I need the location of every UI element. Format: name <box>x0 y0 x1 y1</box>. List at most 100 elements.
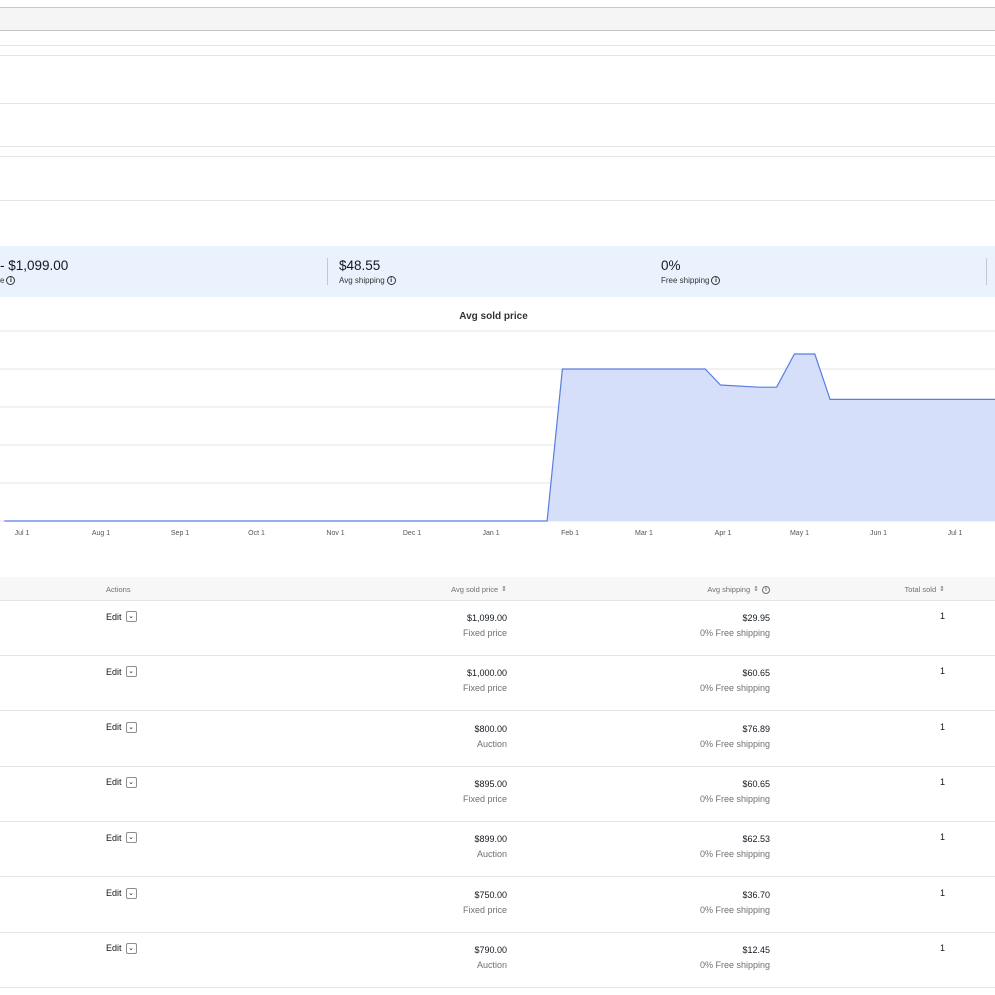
table-row: Edit ⌄ $899.00 Auction $62.53 0% Free shippin… <box>0 822 995 878</box>
chart-title: Avg sold price <box>459 311 528 322</box>
stat-price-range: - $1,099.00 ei <box>0 258 68 285</box>
shipping-cost: $60.65 <box>742 668 770 679</box>
info-icon[interactable]: i <box>386 276 396 285</box>
x-tick-label: Oct 1 <box>248 530 265 537</box>
x-tick-label: Dec 1 <box>403 530 421 537</box>
avg-shipping-cell: $60.65 0% Free shipping <box>700 777 770 807</box>
chevron-down-icon[interactable]: ⌄ <box>125 942 137 954</box>
table-row: Edit ⌄ $790.00 Auction $12.45 0% Free shippin… <box>0 933 995 988</box>
price-range-label: e <box>0 276 5 285</box>
chevron-down-icon[interactable]: ⌄ <box>125 666 137 678</box>
sold-price: $800.00 <box>474 723 507 734</box>
divider <box>0 45 995 46</box>
shipping-cost: $76.89 <box>742 723 770 734</box>
sort-icon[interactable]: ⇕ <box>501 586 507 593</box>
total-sold-cell: 1 <box>939 887 945 898</box>
x-tick-label: Nov 1 <box>326 530 344 537</box>
edit-action: Edit ⌄ <box>106 887 137 899</box>
avg-sold-price-cell: $1,000.00 Fixed price <box>463 666 507 696</box>
divider <box>0 200 995 201</box>
total-sold-cell: 1 <box>939 721 945 732</box>
x-tick-label: Jun 1 <box>870 530 887 537</box>
divider <box>0 146 995 147</box>
total-sold-cell: 1 <box>939 942 945 953</box>
chevron-down-icon[interactable]: ⌄ <box>125 776 137 788</box>
avg-shipping-label: Avg shipping <box>339 276 385 285</box>
chevron-down-icon[interactable]: ⌄ <box>125 611 137 622</box>
edit-action: Edit ⌄ <box>106 776 137 788</box>
listing-format: Auction <box>476 738 507 749</box>
shipping-cost: $29.95 <box>742 613 770 623</box>
edit-link[interactable]: Edit <box>106 833 122 843</box>
sort-icon[interactable]: ⇕ <box>939 586 945 593</box>
table-header: Actions Avg sold price ⇕ Avg shipping ⇕ i T… <box>0 577 995 601</box>
avg-sold-price-cell: $895.00 Fixed price <box>463 777 507 807</box>
info-icon[interactable]: i <box>711 276 721 285</box>
listing-format: Auction <box>476 959 507 970</box>
table-row: Edit ⌄ $895.00 Fixed price $60.65 0% Free shi… <box>0 767 995 822</box>
edit-link[interactable]: Edit <box>106 777 122 787</box>
x-tick-label: Aug 1 <box>92 530 110 537</box>
shipping-cost: $12.45 <box>742 944 770 955</box>
free-shipping-rate: 0% Free shipping <box>699 683 770 694</box>
sold-price: $899.00 <box>474 834 507 845</box>
chevron-down-icon[interactable]: ⌄ <box>125 721 137 733</box>
stat-avg-shipping: $48.55 Avg shipping i <box>339 258 396 285</box>
free-shipping-value: 0% <box>661 258 681 273</box>
edit-link[interactable]: Edit <box>106 667 122 677</box>
x-tick-label: Sep 1 <box>171 530 189 537</box>
free-shipping-rate: 0% Free shipping <box>699 793 770 804</box>
info-icon[interactable]: i <box>762 585 770 594</box>
total-sold-cell: 1 <box>939 666 945 677</box>
edit-link[interactable]: Edit <box>106 943 122 953</box>
sold-price: $790.00 <box>474 944 507 955</box>
free-shipping-rate: 0% Free shipping <box>699 959 770 970</box>
avg-sold-price-cell: $899.00 Auction <box>474 832 507 862</box>
avg-shipping-value: $48.55 <box>339 258 381 273</box>
edit-action: Edit ⌄ <box>106 942 137 954</box>
avg-sold-price-cell: $790.00 Auction <box>474 943 507 973</box>
table-row: Edit ⌄ $1,000.00 Fixed price $60.65 0% Free s… <box>0 656 995 712</box>
edit-link[interactable]: Edit <box>106 888 122 898</box>
free-shipping-rate: 0% Free shipping <box>699 849 770 860</box>
table-row: Edit ⌄ $750.00 Fixed price $36.70 0% Free shi… <box>0 878 995 933</box>
avg-shipping-cell: $29.95 0% Free shipping <box>700 611 770 641</box>
total-sold-cell: 1 <box>939 776 945 787</box>
edit-action: Edit ⌄ <box>106 832 137 844</box>
header-avg-shipping[interactable]: Avg shipping ⇕ i <box>707 585 770 594</box>
free-shipping-rate: 0% Free shipping <box>699 628 770 638</box>
sold-price: $895.00 <box>474 778 507 789</box>
edit-action: Edit ⌄ <box>106 721 137 733</box>
edit-link[interactable]: Edit <box>106 612 122 622</box>
sold-price: $1,099.00 <box>466 613 507 623</box>
x-tick-label: Jan 1 <box>482 530 499 537</box>
chevron-down-icon[interactable]: ⌄ <box>125 887 137 899</box>
avg-shipping-cell: $62.53 0% Free shipping <box>700 832 770 862</box>
x-tick-label: May 1 <box>790 530 809 537</box>
sold-price: $1,000.00 <box>466 668 507 679</box>
divider <box>0 103 995 104</box>
avg-shipping-cell: $36.70 0% Free shipping <box>700 888 770 918</box>
header-avg-sold-price[interactable]: Avg sold price ⇕ <box>451 585 507 594</box>
x-tick-label: Jul 1 <box>15 530 30 537</box>
chevron-down-icon[interactable]: ⌄ <box>125 832 137 844</box>
edit-link[interactable]: Edit <box>106 722 122 732</box>
header-total-sold[interactable]: Total sold ⇕ <box>904 585 945 594</box>
x-tick-label: Apr 1 <box>715 530 732 537</box>
shipping-cost: $60.65 <box>742 778 770 789</box>
stat-divider <box>986 258 987 285</box>
x-tick-label: Jul 1 <box>948 530 963 537</box>
edit-action: Edit ⌄ <box>106 666 137 678</box>
avg-sold-price-cell: $750.00 Fixed price <box>463 888 507 918</box>
listing-format: Fixed price <box>462 904 507 915</box>
shipping-cost: $62.53 <box>742 834 770 845</box>
info-icon[interactable]: i <box>6 276 16 285</box>
sold-price: $750.00 <box>474 889 507 900</box>
avg-shipping-cell: $60.65 0% Free shipping <box>700 666 770 696</box>
x-tick-label: Feb 1 <box>561 530 579 537</box>
avg-shipping-cell: $76.89 0% Free shipping <box>700 722 770 752</box>
table-row: Edit ⌄ $800.00 Auction $76.89 0% Free shippin… <box>0 712 995 767</box>
free-shipping-rate: 0% Free shipping <box>699 738 770 749</box>
sort-icon[interactable]: ⇕ <box>753 586 759 593</box>
divider <box>0 55 995 56</box>
